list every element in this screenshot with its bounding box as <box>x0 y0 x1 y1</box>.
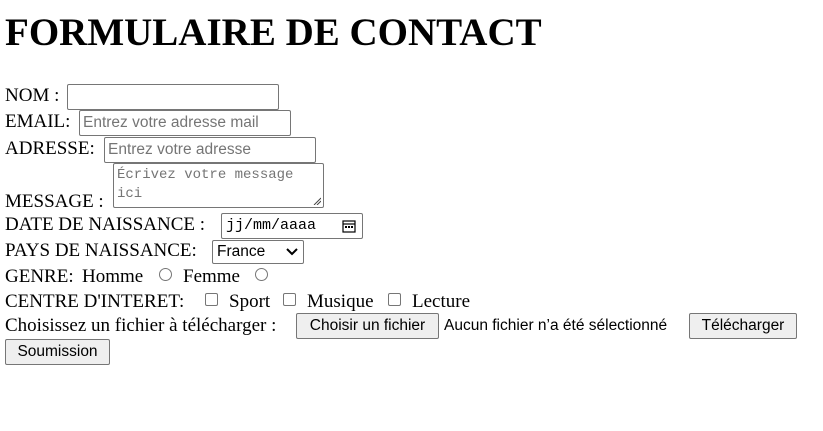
fichier-label: Choisissez un fichier à télécharger : <box>5 315 277 336</box>
file-status-text: Aucun fichier n’a été sélectionné <box>444 317 668 334</box>
page-title: FORMULAIRE DE CONTACT <box>5 11 542 54</box>
interet-lecture-label: Lecture <box>412 291 471 312</box>
nom-input[interactable] <box>67 84 279 110</box>
interets-label: CENTRE D'INTERET: <box>5 291 185 312</box>
chevron-down-icon <box>286 248 298 256</box>
message-textarea[interactable]: Écrivez votre message ici <box>113 163 324 208</box>
message-placeholder-line1: Écrivez votre message <box>117 167 294 183</box>
interet-sport-label: Sport <box>229 291 271 312</box>
submit-button[interactable]: Soumission <box>5 339 110 365</box>
interet-musique-label: Musique <box>307 291 374 312</box>
date-naissance-input[interactable]: jj/mm/aaaa <box>221 213 363 239</box>
nom-label: NOM : <box>5 85 60 106</box>
pays-naissance-value: France <box>217 243 266 260</box>
message-placeholder-line2: ici <box>117 186 143 202</box>
email-input[interactable]: Entrez votre adresse mail <box>79 110 291 136</box>
genre-femme-radio[interactable] <box>255 268 268 281</box>
choose-file-button[interactable]: Choisir un fichier <box>296 313 439 339</box>
email-label: EMAIL: <box>5 111 71 132</box>
upload-button[interactable]: Télécharger <box>689 313 797 339</box>
date-naissance-value: jj/mm/aaaa <box>226 217 317 234</box>
interet-lecture-checkbox[interactable] <box>388 293 401 306</box>
resize-grip-icon[interactable] <box>313 197 321 205</box>
calendar-icon[interactable] <box>342 219 356 233</box>
genre-femme-label: Femme <box>183 266 240 287</box>
genre-label: GENRE: <box>5 266 74 287</box>
message-label: MESSAGE : <box>5 191 104 212</box>
genre-homme-radio[interactable] <box>159 268 172 281</box>
pays-naissance-select[interactable]: France <box>212 240 304 264</box>
genre-homme-label: Homme <box>82 266 144 287</box>
interet-musique-checkbox[interactable] <box>283 293 296 306</box>
adresse-input[interactable]: Entrez votre adresse <box>104 137 316 163</box>
adresse-label: ADRESSE: <box>5 138 95 159</box>
interet-sport-checkbox[interactable] <box>205 293 218 306</box>
date-naissance-label: DATE DE NAISSANCE : <box>5 214 206 235</box>
pays-naissance-label: PAYS DE NAISSANCE: <box>5 240 197 261</box>
